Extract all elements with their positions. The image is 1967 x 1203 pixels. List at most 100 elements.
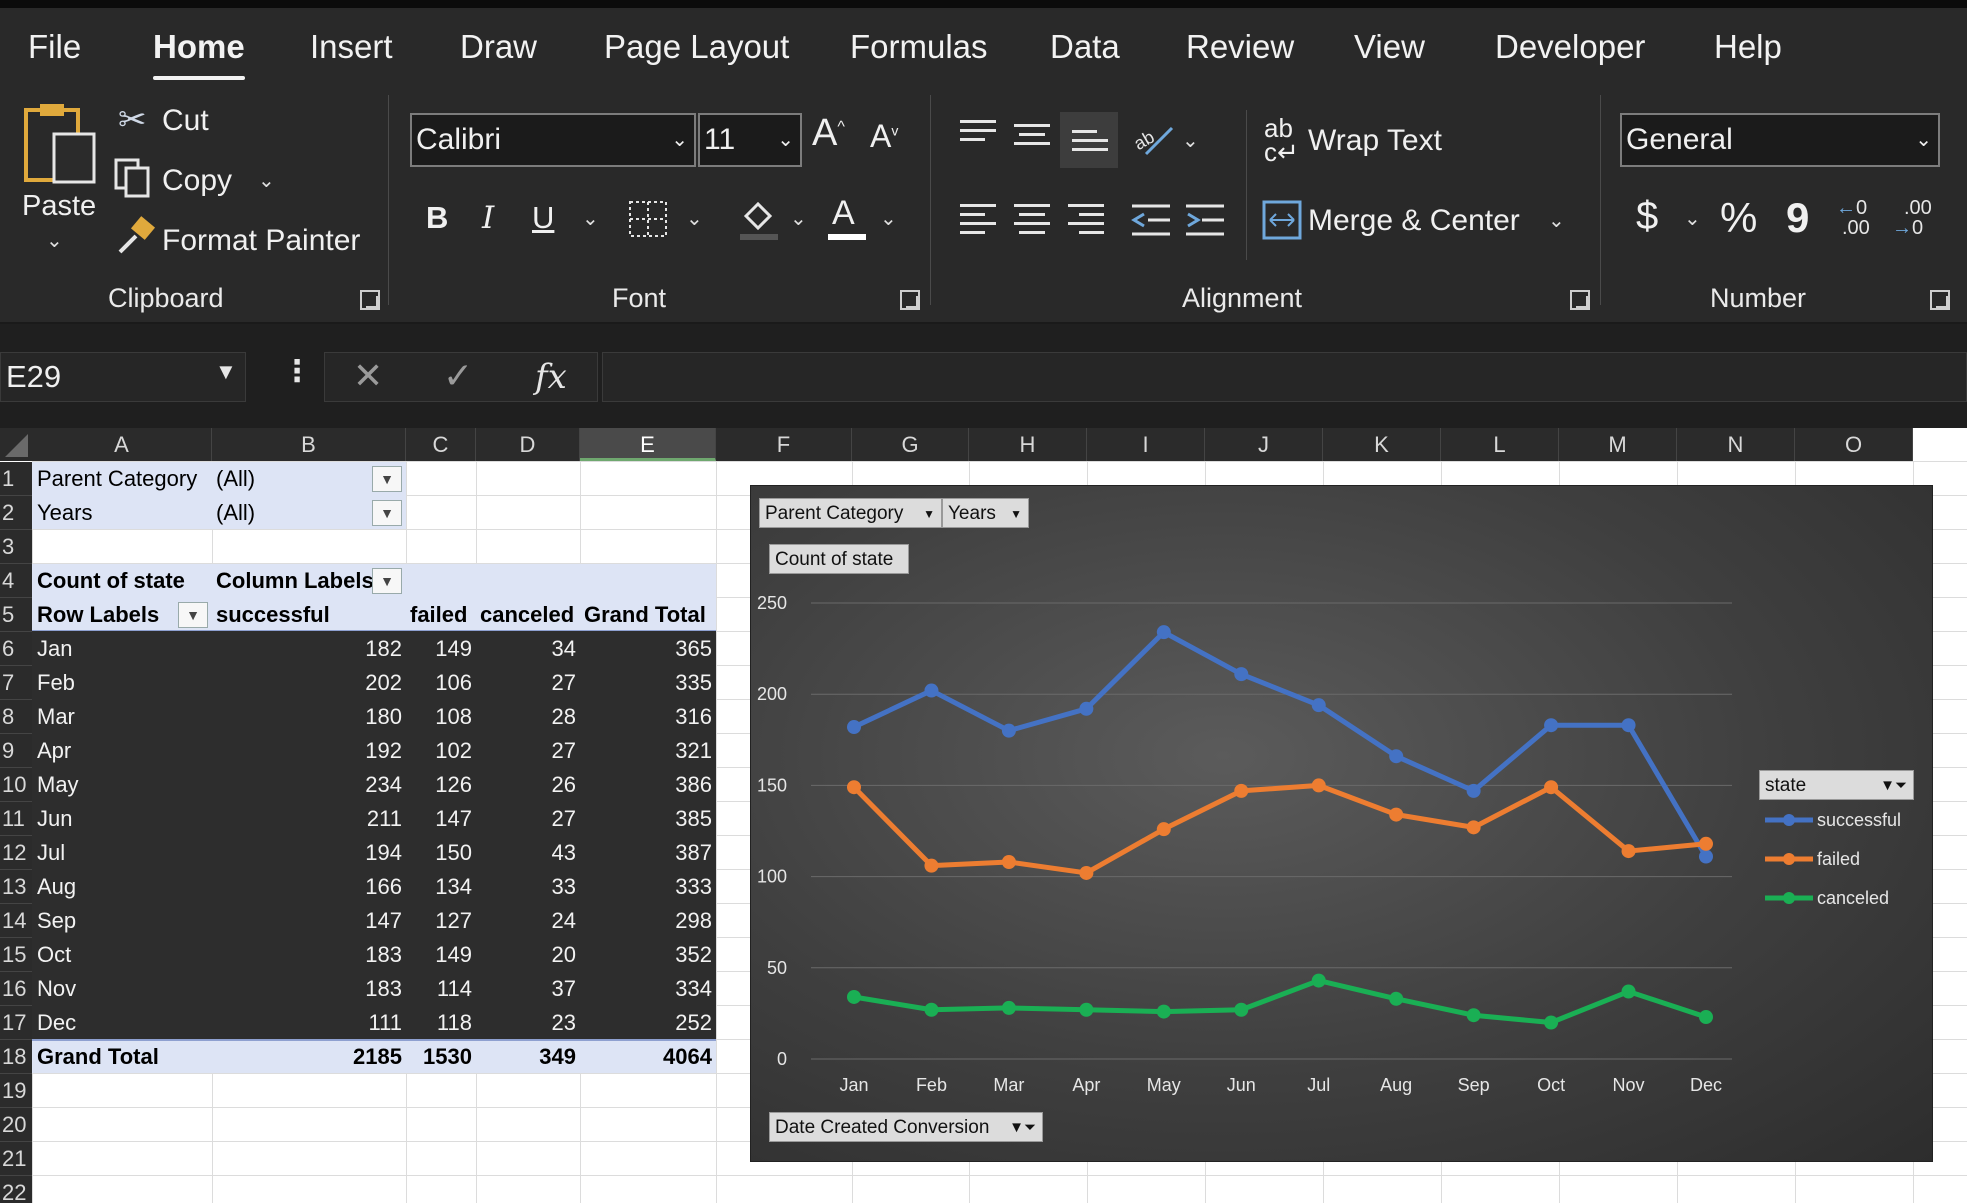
parent-category-field-button[interactable]: Parent Category ▼ xyxy=(759,498,942,528)
column-header-b[interactable]: B xyxy=(212,428,406,461)
cut-button[interactable]: Cut xyxy=(162,104,209,138)
column-header-l[interactable]: L xyxy=(1441,428,1559,461)
copy-icon[interactable] xyxy=(114,158,154,198)
state-legend-field-button[interactable]: state ▼⏷ xyxy=(1759,770,1914,800)
filter-dropdown-icon[interactable]: ▼ xyxy=(372,466,402,492)
row-header-7[interactable]: 7 xyxy=(0,666,32,700)
select-all-corner[interactable] xyxy=(0,428,32,461)
row-header-4[interactable]: 4 xyxy=(0,564,32,598)
pivot-filter-value[interactable]: (All) xyxy=(216,496,255,530)
name-box[interactable]: E29 ▼ xyxy=(0,352,246,402)
row-header-13[interactable]: 13 xyxy=(0,870,32,904)
font-color-dropdown-icon[interactable]: ⌄ xyxy=(880,206,897,231)
pivot-value-cell[interactable]: 147 xyxy=(365,904,402,938)
pivot-value-cell[interactable]: 27 xyxy=(552,666,576,700)
cancel-entry-icon[interactable]: ✕ xyxy=(353,355,383,397)
pivot-value-cell[interactable]: 24 xyxy=(552,904,576,938)
row-header-16[interactable]: 16 xyxy=(0,972,32,1006)
pivot-value-cell[interactable]: 20 xyxy=(552,938,576,972)
pivot-row-label[interactable]: Dec xyxy=(37,1006,76,1040)
column-header-f[interactable]: F xyxy=(716,428,852,461)
pivot-grand-total-value[interactable]: 1530 xyxy=(423,1040,472,1074)
pivot-value-cell[interactable]: 28 xyxy=(552,700,576,734)
tab-home[interactable]: Home xyxy=(153,28,245,80)
row-header-9[interactable]: 9 xyxy=(0,734,32,768)
format-painter-button[interactable]: Format Painter xyxy=(162,224,360,258)
copy-button[interactable]: Copy xyxy=(162,164,232,198)
pivot-header-grand-total[interactable]: Grand Total xyxy=(584,598,706,632)
pivot-row-labels[interactable]: Row Labels xyxy=(37,598,159,632)
pivot-value-cell[interactable]: 43 xyxy=(552,836,576,870)
pivot-value-cell[interactable]: 192 xyxy=(365,734,402,768)
row-header-6[interactable]: 6 xyxy=(0,632,32,666)
row-header-8[interactable]: 8 xyxy=(0,700,32,734)
pivot-value-cell[interactable]: 182 xyxy=(365,632,402,666)
row-header-18[interactable]: 18 xyxy=(0,1040,32,1074)
borders-dropdown-icon[interactable]: ⌄ xyxy=(686,206,703,231)
align-left-icon[interactable] xyxy=(960,204,996,234)
pivot-value-cell[interactable]: 298 xyxy=(675,904,712,938)
paste-button[interactable]: Paste xyxy=(18,100,100,230)
pivot-row-label[interactable]: Sep xyxy=(37,904,76,938)
pivot-value-cell[interactable]: 150 xyxy=(435,836,472,870)
wrap-text-icon[interactable]: ab c↵ xyxy=(1264,115,1299,165)
column-header-d[interactable]: D xyxy=(476,428,580,461)
filter-icon[interactable]: ▼ xyxy=(178,602,208,628)
insert-function-icon[interactable]: fx xyxy=(535,357,567,397)
pivot-value-cell[interactable]: 149 xyxy=(435,632,472,666)
pivot-row-label[interactable]: Jan xyxy=(37,632,72,666)
row-header-17[interactable]: 17 xyxy=(0,1006,32,1040)
column-header-o[interactable]: O xyxy=(1795,428,1913,461)
pivot-value-cell[interactable]: 149 xyxy=(435,938,472,972)
column-header-a[interactable]: A xyxy=(32,428,212,461)
pivot-header-canceled[interactable]: canceled xyxy=(480,598,574,632)
pivot-row-label[interactable]: Nov xyxy=(37,972,76,1006)
comma-style-button[interactable]: 9 xyxy=(1786,194,1809,242)
pivot-grand-total-label[interactable]: Grand Total xyxy=(37,1040,159,1074)
pivot-row-label[interactable]: Jul xyxy=(37,836,65,870)
pivot-value-cell[interactable]: 127 xyxy=(435,904,472,938)
pivot-value-cell[interactable]: 106 xyxy=(435,666,472,700)
font-launcher-icon[interactable] xyxy=(900,290,920,310)
pivot-row-label[interactable]: Feb xyxy=(37,666,75,700)
pivot-row-label[interactable]: Mar xyxy=(37,700,75,734)
decrease-decimal-button[interactable]: .00 →0 xyxy=(1892,198,1940,242)
row-header-11[interactable]: 11 xyxy=(0,802,32,836)
pivot-value-cell[interactable]: 23 xyxy=(552,1006,576,1040)
pivot-header-successful[interactable]: successful xyxy=(216,598,330,632)
row-header-3[interactable]: 3 xyxy=(0,530,32,564)
pivot-value-cell[interactable]: 166 xyxy=(365,870,402,904)
merge-center-icon[interactable] xyxy=(1262,200,1302,240)
pivot-value-cell[interactable]: 234 xyxy=(365,768,402,802)
shrink-font-button[interactable]: Av xyxy=(870,118,898,155)
pivot-value-cell[interactable]: 108 xyxy=(435,700,472,734)
pivot-value-cell[interactable]: 26 xyxy=(552,768,576,802)
column-header-h[interactable]: H xyxy=(969,428,1087,461)
tab-insert[interactable]: Insert xyxy=(310,28,393,66)
orientation-dropdown-icon[interactable]: ⌄ xyxy=(1182,128,1199,153)
count-of-state-field-button[interactable]: Count of state xyxy=(769,544,909,574)
bold-button[interactable]: B xyxy=(426,200,448,236)
pivot-chart[interactable]: Parent Category ▼ Years ▼ Count of state D… xyxy=(750,485,1933,1162)
tab-page-layout[interactable]: Page Layout xyxy=(604,28,789,66)
tab-formulas[interactable]: Formulas xyxy=(850,28,988,66)
wrap-text-button[interactable]: Wrap Text xyxy=(1308,124,1442,158)
cut-icon[interactable]: ✂ xyxy=(118,100,147,140)
pivot-value-cell[interactable]: 387 xyxy=(675,836,712,870)
pivot-column-labels[interactable]: Column Labels xyxy=(216,564,374,598)
copy-dropdown-icon[interactable]: ⌄ xyxy=(258,168,275,193)
percent-style-button[interactable]: % xyxy=(1720,194,1757,242)
number-format-combo[interactable]: General ⌄ xyxy=(1620,113,1940,167)
pivot-value-cell[interactable]: 147 xyxy=(435,802,472,836)
pivot-row-label[interactable]: Apr xyxy=(37,734,71,768)
row-header-20[interactable]: 20 xyxy=(0,1108,32,1142)
pivot-grand-total-value[interactable]: 4064 xyxy=(663,1040,712,1074)
column-header-i[interactable]: I xyxy=(1087,428,1205,461)
merge-center-button[interactable]: Merge & Center xyxy=(1308,204,1520,238)
years-field-button[interactable]: Years ▼ xyxy=(942,498,1029,528)
pivot-value-cell[interactable]: 134 xyxy=(435,870,472,904)
borders-icon[interactable] xyxy=(628,200,668,238)
orientation-icon[interactable]: ab xyxy=(1132,118,1178,158)
underline-dropdown-icon[interactable]: ⌄ xyxy=(582,206,599,231)
decrease-indent-icon[interactable] xyxy=(1130,200,1172,240)
